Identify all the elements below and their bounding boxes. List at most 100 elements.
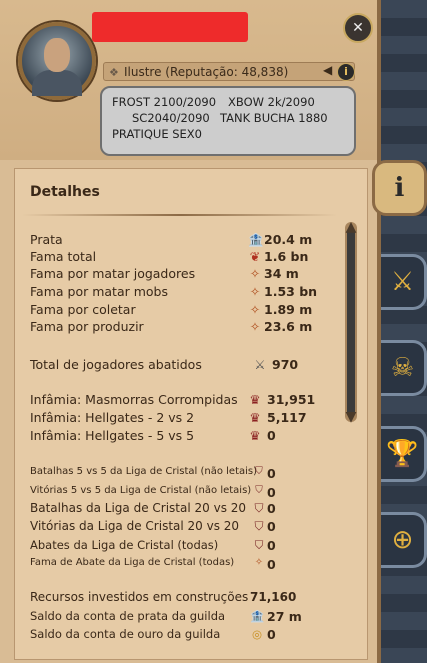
gold-icon: ◎ xyxy=(251,627,263,641)
stat-value: 31,951 xyxy=(267,392,316,407)
stat-value: 970 xyxy=(272,357,299,372)
fame-icon: ✧ xyxy=(249,319,261,334)
stat-label: Fama por matar mobs xyxy=(30,284,168,299)
stat-label: Vitórias 5 vs 5 da Liga de Cristal (não … xyxy=(30,485,252,496)
stat-value: 27 m xyxy=(267,609,302,624)
crystal-league-icon: ⛉ xyxy=(255,485,263,496)
reputation-icon: ❖ xyxy=(109,66,119,79)
stat-value: 1.53 bn xyxy=(264,284,318,299)
stat-value: 23.6 m xyxy=(264,319,313,334)
stat-label: Fama de Abate da Liga de Cristal (todas) xyxy=(30,557,235,568)
close-button[interactable]: ✕ xyxy=(343,13,373,43)
player-bio: FROST 2100/2090 XBOW 2k/2090 SC2040/2090… xyxy=(100,86,356,156)
stat-row: Fama por coletar ✧ 1.89 m xyxy=(30,302,360,320)
reputation-info-icon[interactable]: i xyxy=(337,63,355,81)
stat-value: 0 xyxy=(267,538,276,553)
details-title: Detalhes xyxy=(30,184,100,200)
stat-label: Infâmia: Hellgates - 2 vs 2 xyxy=(30,410,195,425)
player-name-redacted xyxy=(92,12,248,42)
scrollbar-thumb[interactable] xyxy=(347,228,355,416)
stat-value: 0 xyxy=(267,466,276,481)
stat-label: Batalhas 5 vs 5 da Liga de Cristal (não … xyxy=(30,466,258,477)
stat-label: Fama por produzir xyxy=(30,319,144,334)
kills-icon: ⚔ xyxy=(254,357,266,372)
bio-line-1b: XBOW 2k/2090 xyxy=(228,95,315,109)
crystal-league-icon: ⛉ xyxy=(254,538,264,552)
stat-row: Prata 🏦 20.4 m xyxy=(30,232,360,250)
stat-value: 0 xyxy=(267,501,276,516)
stat-label: Infâmia: Hellgates - 5 vs 5 xyxy=(30,428,195,443)
stat-row: Fama por produzir ✧ 23.6 m xyxy=(30,319,360,337)
fame-icon: ✧ xyxy=(254,557,264,568)
avatar-body xyxy=(32,70,82,96)
tab-guild[interactable]: ⊕ xyxy=(381,512,427,568)
stat-row: Fama por matar jogadores ✧ 34 m xyxy=(30,266,360,284)
stat-row: Saldo da conta de ouro da guilda ◎ 0 xyxy=(30,627,360,645)
avatar xyxy=(18,22,96,100)
stat-value: 0 xyxy=(267,485,276,500)
bio-line-2b: TANK BUCHA 1880 xyxy=(220,111,328,125)
bio-line-2a: SC2040/2090 xyxy=(132,111,210,125)
stat-value: 5,117 xyxy=(267,410,307,425)
stat-row: Infâmia: Masmorras Corrompidas ♛ 31,951 xyxy=(30,392,360,410)
stat-value: 34 m xyxy=(264,266,299,281)
bio-line-1a: FROST 2100/2090 xyxy=(112,95,217,109)
stat-row: Fama total ❦ 1.6 bn xyxy=(30,249,360,267)
stat-row: Total de jogadores abatidos ⚔ 970 xyxy=(30,357,360,375)
stat-value: 1.6 bn xyxy=(264,249,309,264)
stat-row: Batalhas da Liga de Cristal 20 vs 20 ⛉ 0 xyxy=(30,501,360,519)
reputation-bar: ❖ Ilustre (Reputação: 48,838) xyxy=(103,62,355,81)
stat-row: Batalhas 5 vs 5 da Liga de Cristal (não … xyxy=(30,466,360,484)
scroll-up-icon[interactable]: ▲ xyxy=(342,220,360,234)
stat-row: Infâmia: Hellgates - 2 vs 2 ♛ 5,117 xyxy=(30,410,360,428)
crystal-league-icon: ⛉ xyxy=(254,519,264,533)
stat-label: Batalhas da Liga de Cristal 20 vs 20 xyxy=(30,501,247,515)
stat-label: Abates da Liga de Cristal (todas) xyxy=(30,538,219,552)
stat-label: Fama total xyxy=(30,249,97,264)
stat-row: Vitórias da Liga de Cristal 20 vs 20 ⛉ 0 xyxy=(30,519,360,537)
crystal-league-icon: ⛉ xyxy=(255,466,263,477)
fame-icon: ✧ xyxy=(249,302,261,317)
stat-label: Prata xyxy=(30,232,63,247)
silver-icon: 🏦 xyxy=(250,609,265,623)
stat-label: Total de jogadores abatidos xyxy=(30,357,202,372)
stat-row: Infâmia: Hellgates - 5 vs 5 ♛ 0 xyxy=(30,428,360,446)
scroll-down-icon[interactable]: ▼ xyxy=(342,410,360,424)
stat-value: 0 xyxy=(267,557,276,572)
stat-value: 71,160 xyxy=(250,590,297,604)
stat-label: Infâmia: Masmorras Corrompidas xyxy=(30,392,238,407)
fame-icon: ✧ xyxy=(249,266,261,281)
stat-row: Saldo da conta de prata da guilda 🏦 27 m xyxy=(30,609,360,627)
stat-label: Vitórias da Liga de Cristal 20 vs 20 xyxy=(30,519,240,533)
stat-value: 1.89 m xyxy=(264,302,313,317)
stat-value: 0 xyxy=(267,627,276,642)
stat-value: 0 xyxy=(267,519,276,534)
stat-label: Saldo da conta de prata da guilda xyxy=(30,609,226,623)
tab-details[interactable]: i xyxy=(372,160,427,216)
stat-value: 0 xyxy=(267,428,276,443)
bio-line-3: PRATIQUE SEX0 xyxy=(112,127,203,141)
stat-value: 20.4 m xyxy=(264,232,313,247)
tab-deaths[interactable]: ☠ xyxy=(381,340,427,396)
tab-achievements[interactable]: 🏆 xyxy=(381,426,427,482)
stat-label: Fama por matar jogadores xyxy=(30,266,196,281)
infamy-icon: ♛ xyxy=(249,410,261,425)
stat-label: Fama por coletar xyxy=(30,302,136,317)
stat-label: Recursos investidos em construções xyxy=(30,590,249,604)
stat-row: Abates da Liga de Cristal (todas) ⛉ 0 xyxy=(30,538,360,556)
avatar-face xyxy=(44,38,70,72)
stat-row: Recursos investidos em construções 71,16… xyxy=(30,590,360,608)
infamy-icon: ♛ xyxy=(249,428,261,443)
fame-icon: ✧ xyxy=(249,284,261,299)
tab-pvp[interactable]: ⚔ xyxy=(381,254,427,310)
title-divider xyxy=(22,214,337,216)
reputation-arrow-icon[interactable]: ◀ xyxy=(323,63,337,78)
crystal-league-icon: ⛉ xyxy=(254,501,264,515)
infamy-icon: ♛ xyxy=(249,392,261,407)
silver-icon: 🏦 xyxy=(248,232,264,247)
stat-label: Saldo da conta de ouro da guilda xyxy=(30,627,221,641)
reputation-text: Ilustre (Reputação: 48,838) xyxy=(124,65,289,79)
stat-row: Fama de Abate da Liga de Cristal (todas)… xyxy=(30,557,360,575)
stat-row: Fama por matar mobs ✧ 1.53 bn xyxy=(30,284,360,302)
fame-icon: ❦ xyxy=(249,249,261,264)
